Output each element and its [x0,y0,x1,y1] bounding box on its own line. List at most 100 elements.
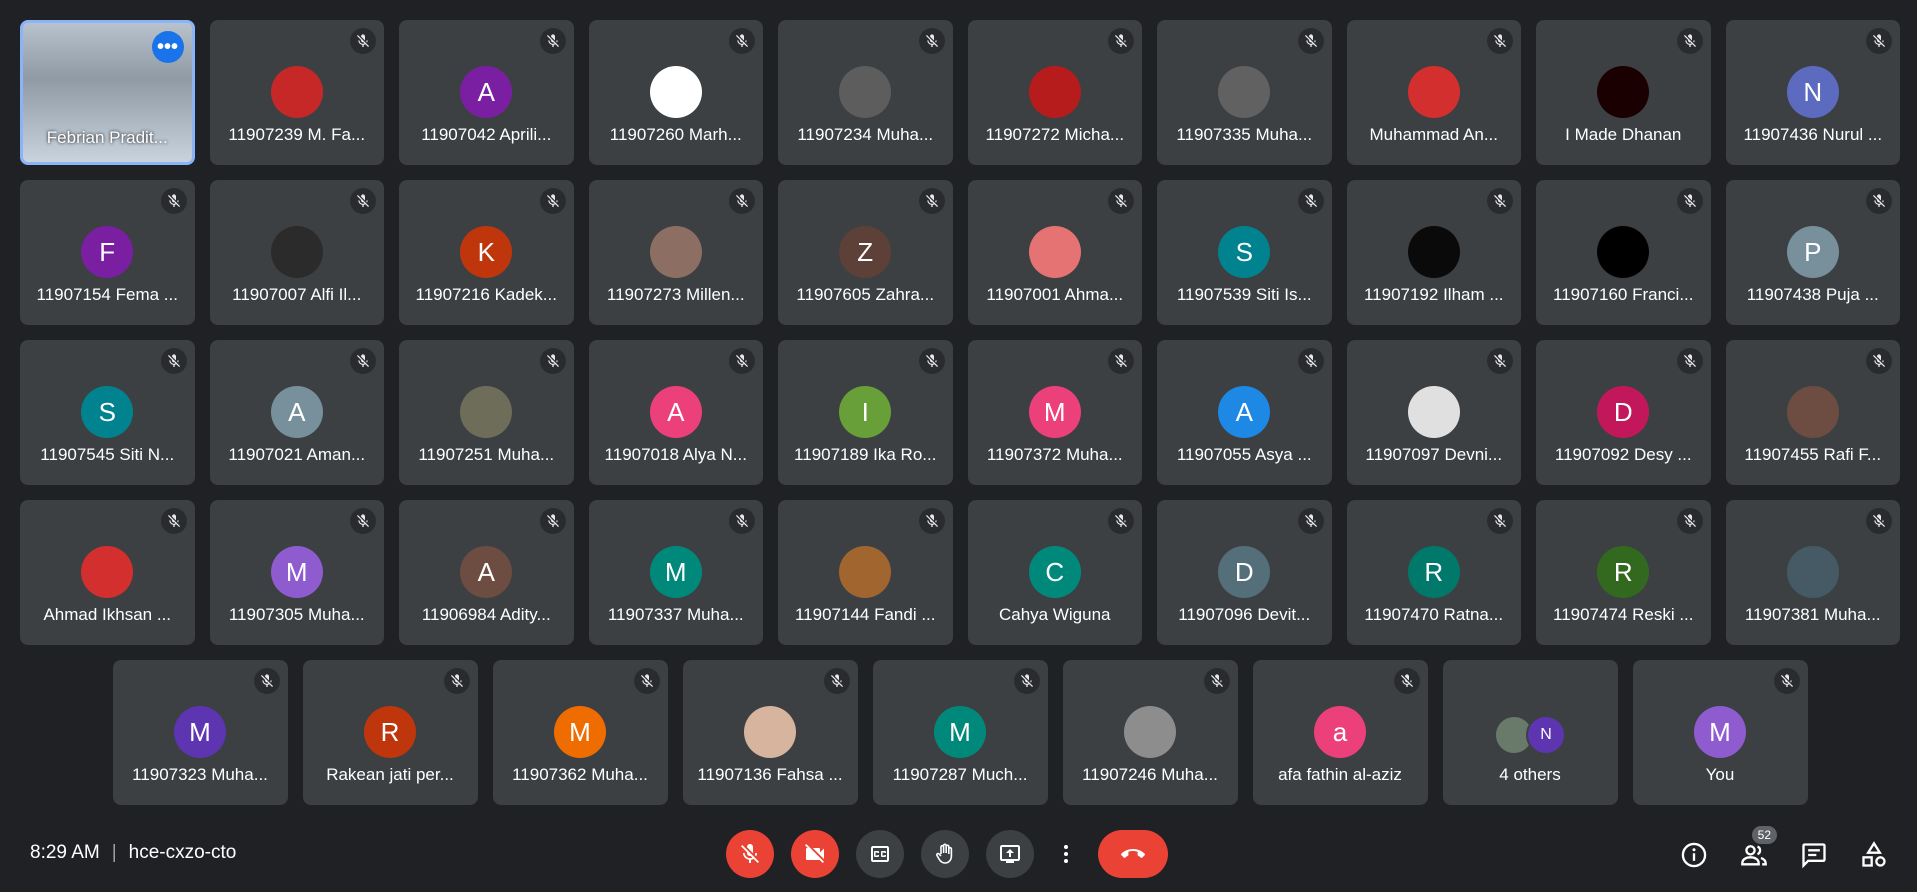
participant-tile[interactable]: Ahmad Ikhsan ... [20,500,195,645]
participant-tile[interactable]: N 11907436 Nurul ... [1725,20,1901,165]
participant-name: 11907273 Millen... [606,285,745,304]
tile-options-button[interactable]: ••• [151,31,184,63]
people-icon [1741,845,1767,866]
participant-tile[interactable]: R Rakean jati per... [302,660,478,805]
participant-tile[interactable]: S 11907545 Siti N... [20,340,195,485]
participant-tile[interactable]: I 11907189 Ika Ro... [778,340,953,485]
participant-tile[interactable]: C Cahya Wiguna [967,500,1142,645]
more-options-button[interactable] [1051,830,1081,878]
mic-off-icon [1683,354,1696,367]
participant-tile[interactable]: 11907260 Marh... [588,20,764,165]
participant-tile[interactable]: A 11907042 Aprili... [399,20,574,165]
participant-tile[interactable]: 11907239 M. Fa... [209,20,385,165]
mic-off-icon [1304,354,1317,367]
avatar: D [1597,386,1650,438]
participant-name: 11907007 Alfi Il... [232,285,362,304]
participant-tile[interactable]: 11907272 Micha... [967,20,1143,165]
participant-tile[interactable]: M 11907287 Much... [872,660,1048,805]
muted-indicator [1108,348,1134,374]
participant-tile[interactable]: 11907160 Franci... [1536,180,1711,325]
chat-button[interactable] [1799,840,1829,870]
participant-tile[interactable]: 11907007 Alfi Il... [209,180,384,325]
avatar [1218,66,1271,118]
participant-tile[interactable]: R 11907470 Ratna... [1346,500,1521,645]
avatar: Z [839,226,892,278]
participant-tile[interactable]: A 11907021 Aman... [209,340,384,485]
participant-tile[interactable]: 11907455 Rafi F... [1725,340,1900,485]
mic-off-icon [925,514,938,527]
muted-indicator [1487,188,1513,214]
muted-indicator [918,508,945,534]
participant-tile[interactable]: 11907273 Millen... [588,180,763,325]
mic-off-icon [357,354,369,367]
others-tile[interactable]: N 4 others [1442,660,1618,805]
participant-tile[interactable]: 11907234 Muha... [778,20,953,165]
muted-indicator [729,28,756,54]
muted-indicator [1773,668,1800,694]
participant-tile[interactable]: M 11907305 Muha... [209,500,384,645]
participant-tile[interactable]: A 11907018 Alya N... [588,340,763,485]
activities-button[interactable] [1859,840,1889,870]
participant-tile[interactable]: a afa fathin al-aziz [1252,660,1428,805]
mic-off-icon [741,844,759,863]
participant-tile[interactable]: 11907144 Fandi ... [778,500,953,645]
muted-indicator [918,348,945,374]
muted-indicator [918,188,945,214]
participant-tile[interactable]: 11907381 Muha... [1725,500,1900,645]
participant-tile[interactable]: S 11907539 Siti Is... [1157,180,1332,325]
participant-tile[interactable]: A 11906984 Adity... [399,500,574,645]
avatar: C [1028,546,1081,598]
participant-name: 11907470 Ratna... [1364,605,1504,624]
meeting-details-button[interactable] [1679,840,1709,870]
participant-tile[interactable]: D 11907092 Desy ... [1536,340,1711,485]
participant-tile[interactable]: A 11907055 Asya ... [1157,340,1332,485]
mic-toggle-button[interactable] [726,830,774,878]
muted-indicator [539,348,566,374]
muted-indicator [1676,28,1703,54]
participant-tile[interactable]: D 11907096 Devit... [1157,500,1332,645]
avatar-initial: A [477,76,495,107]
participant-name: 11907192 Ilham ... [1363,285,1504,304]
leave-call-button[interactable] [1098,830,1168,878]
participant-tile[interactable]: 11907335 Muha... [1157,20,1332,165]
participant-name: 11907234 Muha... [797,125,934,144]
avatar: S [1218,226,1271,278]
meeting-info: 8:29 AM | hce-cxzo-cto [30,842,236,864]
participant-name: 11907246 Muha... [1082,765,1218,784]
participant-name: 11907021 Aman... [228,445,366,464]
participant-tile[interactable]: F 11907154 Fema ... [20,180,195,325]
participant-tile[interactable]: Muhammad An... [1346,20,1522,165]
captions-button[interactable] [856,830,904,878]
present-icon [1000,845,1020,863]
participant-tile[interactable]: M 11907372 Muha... [967,340,1142,485]
avatar: D [1218,546,1271,598]
muted-indicator [350,508,376,534]
participant-tile[interactable]: 11907001 Ahma... [967,180,1142,325]
participant-tile[interactable]: 11907136 Fahsa ... [682,660,858,805]
participant-tile[interactable]: K 11907216 Kadek... [399,180,574,325]
muted-indicator [539,508,566,534]
participant-tile[interactable]: 11907246 Muha... [1062,660,1238,805]
participant-tile[interactable]: P 11907438 Puja ... [1725,180,1900,325]
camera-toggle-button[interactable] [791,830,839,878]
avatar [1597,66,1650,118]
raise-hand-button[interactable] [921,830,969,878]
participant-tile[interactable]: Z 11907605 Zahra... [778,180,953,325]
mic-off-icon [1873,354,1885,367]
participant-tile[interactable]: 11907251 Muha... [399,340,574,485]
participant-tile[interactable]: 11907097 Devni... [1346,340,1521,485]
participant-tile[interactable]: M 11907323 Muha... [112,660,288,805]
avatar-initial: D [1234,556,1254,587]
participant-tile[interactable]: M 11907362 Muha... [492,660,668,805]
muted-indicator [633,668,660,694]
participant-name: Ahmad Ikhsan ... [43,605,172,624]
you-tile[interactable]: M You [1632,660,1808,805]
mic-off-icon [1494,514,1506,527]
self-video-tile[interactable]: ••• Febrian Pradit... [20,20,195,165]
participant-tile[interactable]: M 11907337 Muha... [588,500,763,645]
participant-tile[interactable]: R 11907474 Reski ... [1536,500,1711,645]
participant-tile[interactable]: I Made Dhanan [1536,20,1711,165]
participant-tile[interactable]: 11907192 Ilham ... [1346,180,1521,325]
present-screen-button[interactable] [986,830,1034,878]
people-button[interactable]: 52 [1739,826,1777,870]
